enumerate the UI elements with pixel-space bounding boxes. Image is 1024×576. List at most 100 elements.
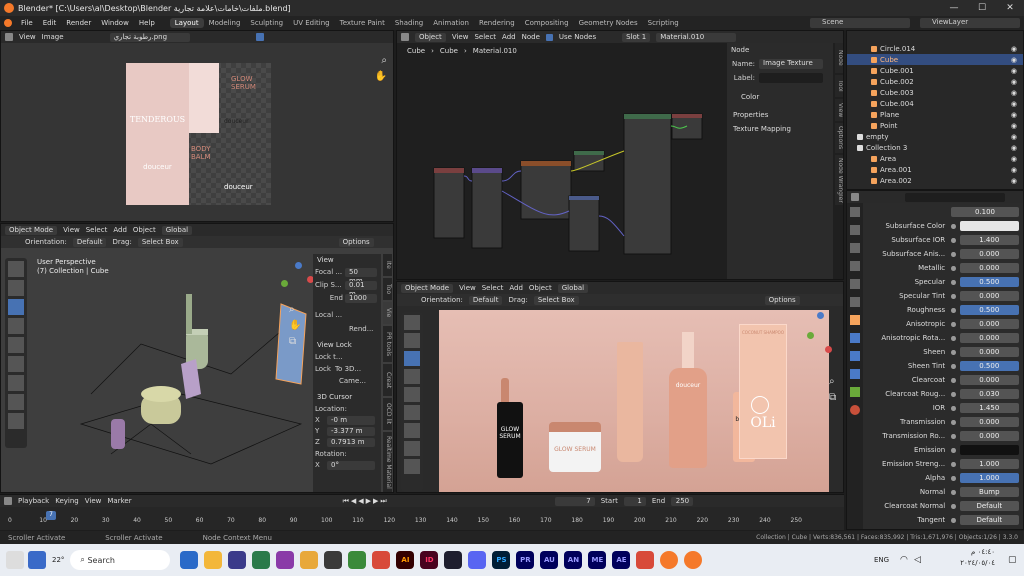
measure-tool-icon[interactable] (8, 394, 24, 410)
widgets-icon[interactable] (6, 551, 24, 569)
tab-scripting[interactable]: Scripting (643, 18, 684, 28)
orientation-global-selector-right[interactable]: Global (557, 283, 589, 293)
cursor-tool-icon[interactable] (404, 333, 420, 348)
illustrator-icon[interactable]: AI (396, 551, 415, 569)
outliner-row[interactable]: Area.001 ◉ (847, 164, 1023, 175)
property-value-field[interactable]: 0.000 (959, 417, 1019, 427)
property-value-field[interactable]: 0.030 (959, 389, 1019, 399)
socket-dot-icon[interactable] (951, 405, 956, 411)
outliner-row[interactable]: Point ◉ (847, 120, 1023, 131)
property-value-field[interactable]: 0.000 (959, 347, 1019, 357)
visibility-eye-icon[interactable]: ◉ (1011, 89, 1017, 97)
start-field[interactable]: 1 (623, 496, 646, 506)
menu-edit[interactable]: Edit (38, 19, 62, 27)
mode-selector-right[interactable]: Object Mode (401, 283, 454, 293)
socket-dot-icon[interactable] (951, 335, 956, 341)
app-icon-6[interactable] (444, 551, 463, 569)
view-menu[interactable]: View (63, 226, 80, 234)
socket-dot-icon[interactable] (951, 461, 956, 467)
material-tab-icon[interactable] (850, 405, 860, 415)
tab-options[interactable]: Options (835, 123, 843, 153)
transform-tool-icon[interactable] (404, 405, 420, 420)
annotate-tool-icon[interactable] (8, 375, 24, 391)
cursor-y-field[interactable]: -3.377 m (327, 427, 375, 436)
properties-search-input[interactable] (905, 192, 1005, 202)
clock-date[interactable]: ٢٠٢٤/٠٥/٠٤ (935, 559, 995, 567)
visibility-eye-icon[interactable]: ◉ (1011, 133, 1017, 141)
cursor-title[interactable]: 3D Cursor (313, 387, 381, 403)
volume-icon[interactable]: ◁ (914, 555, 921, 565)
options-button[interactable]: Options (338, 237, 374, 247)
discord-icon[interactable] (468, 551, 487, 569)
select-menu[interactable]: Select (86, 226, 108, 234)
marker-menu[interactable]: Marker (107, 497, 131, 505)
node-name-field[interactable]: Image Texture (759, 59, 823, 69)
tab-uv-editing[interactable]: UV Editing (288, 18, 335, 28)
socket-dot-icon[interactable] (951, 433, 956, 439)
orientation-selector[interactable]: Default (72, 237, 107, 247)
move-tool-icon[interactable] (404, 351, 420, 366)
view-menu-right[interactable]: View (459, 284, 476, 292)
transform-tool-icon[interactable] (8, 356, 24, 372)
socket-dot-icon[interactable] (951, 321, 956, 327)
tab-modeling[interactable]: Modeling (204, 18, 246, 28)
property-value-field[interactable]: 0.500 (959, 277, 1019, 287)
object-menu-right[interactable]: Object (529, 284, 552, 292)
node-editor[interactable]: Object View Select Add Node Use Nodes Sl… (396, 30, 844, 280)
property-value-field[interactable]: 0.500 (959, 305, 1019, 315)
orientation-selector-right[interactable]: Default (468, 295, 503, 305)
navigation-gizmo[interactable] (281, 262, 317, 298)
property-value-field[interactable]: 0.000 (959, 319, 1019, 329)
tool-tab-icon[interactable] (850, 207, 860, 217)
animate-icon[interactable]: AN (564, 551, 583, 569)
scale-tool-icon[interactable] (8, 337, 24, 353)
gizmo-z-icon[interactable] (817, 312, 824, 319)
socket-dot-icon[interactable] (951, 419, 956, 425)
world-tab-icon[interactable] (850, 297, 860, 307)
tab-tool[interactable]: Tool (835, 75, 843, 97)
menu-window[interactable]: Window (96, 19, 134, 27)
outliner-row[interactable]: Area.002 ◉ (847, 175, 1023, 186)
cursor-tool-icon[interactable] (8, 280, 24, 296)
outliner-row[interactable]: Cube.002 ◉ (847, 76, 1023, 87)
color-section[interactable]: Color (727, 85, 833, 103)
image-editor[interactable]: View Image رطوبة تجاري.png TENDEROUS dou… (0, 30, 394, 222)
tab-geometry-nodes[interactable]: Geometry Nodes (574, 18, 643, 28)
properties-section[interactable]: Properties (727, 103, 833, 121)
socket-dot-icon[interactable] (951, 489, 956, 495)
visibility-eye-icon[interactable]: ◉ (1011, 100, 1017, 108)
property-value-field[interactable]: Bump (959, 487, 1019, 497)
viewport-right[interactable]: Object Mode View Select Add Object Globa… (396, 281, 844, 493)
after-effects-icon[interactable]: AE (612, 551, 631, 569)
socket-dot-icon[interactable] (951, 391, 956, 397)
visibility-eye-icon[interactable]: ◉ (1011, 166, 1017, 174)
rot-x-field[interactable]: 0° (327, 461, 375, 470)
edge-icon[interactable] (180, 551, 199, 569)
cursor-z-field[interactable]: 0.7913 m (327, 438, 375, 447)
node-label-field[interactable] (759, 73, 823, 83)
audition-icon[interactable]: AU (540, 551, 559, 569)
property-value-field[interactable]: 0.000 (959, 291, 1019, 301)
app-icon-3[interactable] (300, 551, 319, 569)
indesign-icon[interactable]: ID (420, 551, 439, 569)
blender-taskbar-icon-2[interactable] (684, 551, 703, 569)
visibility-eye-icon[interactable]: ◉ (1011, 111, 1017, 119)
outliner-row[interactable]: Cube.004 ◉ (847, 98, 1023, 109)
chrome-icon[interactable] (372, 551, 391, 569)
render-tab-icon[interactable] (850, 225, 860, 235)
app-icon-1[interactable] (252, 551, 271, 569)
view-lock-title[interactable]: View Lock (313, 335, 381, 351)
tab-pr-tools[interactable]: PR tools (383, 326, 392, 362)
socket-dot-icon[interactable] (951, 517, 956, 523)
lock-camera-checkbox[interactable]: Came... (313, 375, 381, 387)
texture-mapping-section[interactable]: Texture Mapping (727, 121, 833, 137)
camera-view-icon[interactable]: ⧉ (829, 392, 836, 403)
rotate-tool-icon[interactable] (404, 369, 420, 384)
media-encoder-icon[interactable]: ME (588, 551, 607, 569)
socket-dot-icon[interactable] (951, 237, 956, 243)
photoshop-icon[interactable]: PS (492, 551, 511, 569)
playback-controls[interactable]: ⏮◀◀▶▶⏭ (343, 497, 389, 506)
zoom-icon[interactable]: ⌕ (829, 376, 835, 387)
render-region-label[interactable]: Rend... (313, 321, 381, 335)
app-icon-5[interactable] (348, 551, 367, 569)
